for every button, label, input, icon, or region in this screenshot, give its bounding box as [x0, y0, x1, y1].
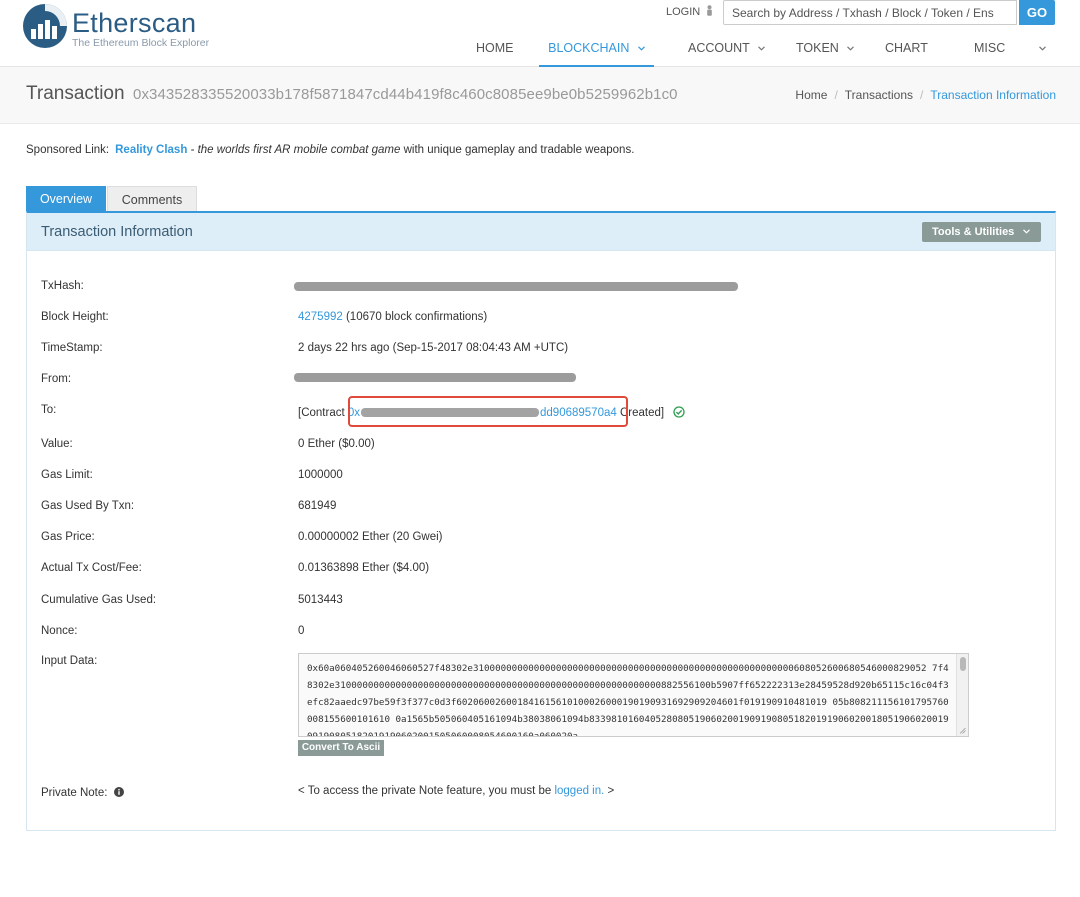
chevron-down-icon	[1023, 229, 1031, 234]
gas-used-label: Gas Used By Txn:	[41, 500, 135, 512]
value-value: 0 Ether ($0.00)	[298, 438, 375, 450]
input-data-text: 0x60a060405260046060527f48302e3100000000…	[307, 663, 949, 737]
etherscan-logo[interactable]: Etherscan The Ethereum Block Explorer	[22, 3, 222, 53]
nav-blockchain[interactable]: BLOCKCHAIN	[539, 30, 654, 67]
user-icon	[707, 5, 713, 16]
gas-price-value: 0.00000002 Ether (20 Gwei)	[298, 531, 443, 543]
transaction-panel: Transaction Information Tools & Utilitie…	[26, 211, 1056, 831]
block-confirmations: (10670 block confirmations)	[342, 311, 488, 323]
nav-account-label: ACCOUNT	[688, 41, 750, 55]
nav-token[interactable]: TOKEN	[796, 30, 855, 67]
input-data-label: Input Data:	[41, 655, 98, 667]
nav-account[interactable]: ACCOUNT	[688, 30, 766, 67]
input-data-scrollbar[interactable]	[956, 654, 968, 736]
login-label: LOGIN	[666, 6, 701, 18]
to-contract-prefix: [Contract	[298, 407, 348, 419]
sponsored-link-anchor[interactable]: Reality Clash	[115, 144, 187, 156]
private-note-label: Private Note:	[41, 787, 124, 799]
gas-limit-value: 1000000	[298, 469, 343, 481]
gas-limit-label: Gas Limit:	[41, 469, 93, 481]
contract-highlight-box	[348, 396, 628, 427]
etherscan-logo-icon	[23, 4, 67, 48]
panel-title: Transaction Information	[41, 224, 193, 240]
gas-price-label: Gas Price:	[41, 531, 95, 543]
chevron-down-icon	[1039, 46, 1046, 51]
private-note-label-text: Private Note:	[41, 787, 108, 799]
sponsored-italic: - the worlds first AR mobile combat game	[187, 144, 401, 156]
nav-misc[interactable]: MISC	[974, 30, 1005, 67]
panel-header: Transaction Information Tools & Utilitie…	[27, 213, 1055, 251]
nav-home[interactable]: HOME	[476, 30, 514, 67]
breadcrumb-home[interactable]: Home	[795, 88, 827, 102]
cumulative-gas-label: Cumulative Gas Used:	[41, 594, 157, 606]
sponsored-prefix: Sponsored Link:	[26, 144, 110, 156]
login-link[interactable]: LOGIN	[666, 5, 713, 18]
transaction-hash-title: 0x343528335520033b178f5871847cd44b419f8c…	[133, 86, 678, 103]
chevron-down-icon	[637, 46, 645, 51]
sponsored-rest: with unique gameplay and tradable weapon…	[400, 144, 635, 156]
logo-name: Etherscan	[72, 8, 197, 38]
nav-misc-label: MISC	[974, 41, 1006, 55]
value-label: Value:	[41, 438, 73, 450]
site-header: Etherscan The Ethereum Block Explorer LO…	[0, 0, 1080, 67]
chevron-down-icon	[758, 46, 766, 51]
search-input[interactable]	[723, 0, 1017, 25]
info-icon[interactable]	[113, 787, 124, 797]
tools-utilities-label: Tools & Utilities	[932, 226, 1015, 238]
timestamp-value: 2 days 22 hrs ago (Sep-15-2017 08:04:43 …	[298, 342, 569, 354]
page-titlebar: Transaction 0x343528335520033b178f587184…	[0, 67, 1080, 124]
nonce-value: 0	[298, 625, 305, 637]
nav-token-label: TOKEN	[796, 41, 839, 55]
tab-overview[interactable]: Overview	[26, 186, 106, 212]
tab-comments[interactable]: Comments	[107, 186, 197, 212]
tx-fee-value: 0.01363898 Ether ($4.00)	[298, 562, 430, 574]
go-button[interactable]: GO	[1019, 0, 1055, 25]
chevron-down-icon	[847, 46, 855, 51]
nav-blockchain-label: BLOCKCHAIN	[548, 41, 630, 55]
cumulative-gas-value: 5013443	[298, 594, 343, 606]
breadcrumb-current: Transaction Information	[930, 88, 1056, 102]
nav-chart-label: CHART	[885, 41, 928, 55]
gas-used-value: 681949	[298, 500, 337, 512]
private-note-value: < To access the private Note feature, yo…	[298, 785, 614, 797]
tools-utilities-button[interactable]: Tools & Utilities	[922, 222, 1041, 242]
nav-home-label: HOME	[476, 41, 514, 55]
tx-fee-label: Actual Tx Cost/Fee:	[41, 562, 142, 574]
input-data-textarea[interactable]: 0x60a060405260046060527f48302e3100000000…	[298, 653, 969, 737]
to-label: To:	[41, 404, 57, 416]
timestamp-label: TimeStamp:	[41, 342, 103, 354]
page-title: Transaction	[26, 83, 125, 104]
nav-misc-dropdown[interactable]	[1034, 30, 1046, 67]
login-link-inline[interactable]: logged in.	[554, 785, 604, 797]
main-nav: HOME BLOCKCHAIN ACCOUNT TOKEN CHART MISC	[450, 30, 1080, 67]
from-value-redacted	[294, 373, 576, 382]
nonce-label: Nonce:	[41, 625, 78, 637]
block-number-link[interactable]: 4275992	[298, 311, 343, 323]
block-height-label: Block Height:	[41, 311, 109, 323]
block-height-value: 4275992 (10670 block confirmations)	[298, 311, 487, 323]
logo-tagline: The Ethereum Block Explorer	[72, 37, 210, 49]
convert-to-ascii-button[interactable]: Convert To Ascii	[298, 740, 384, 756]
scroll-thumb[interactable]	[960, 657, 966, 671]
check-circle-icon	[673, 406, 685, 418]
breadcrumb-transactions[interactable]: Transactions	[845, 88, 913, 102]
private-note-suffix: >	[604, 785, 615, 797]
txhash-value-redacted	[294, 282, 738, 291]
txhash-label: TxHash:	[41, 280, 84, 292]
nav-chart[interactable]: CHART	[885, 30, 928, 67]
from-label: From:	[41, 373, 72, 385]
private-note-prefix: < To access the private Note feature, yo…	[298, 785, 555, 797]
resize-grip-icon[interactable]	[959, 727, 966, 734]
sponsored-link: Sponsored Link: Reality Clash - the world…	[26, 144, 634, 156]
breadcrumb: Home / Transactions / Transaction Informatio…	[795, 88, 1056, 102]
